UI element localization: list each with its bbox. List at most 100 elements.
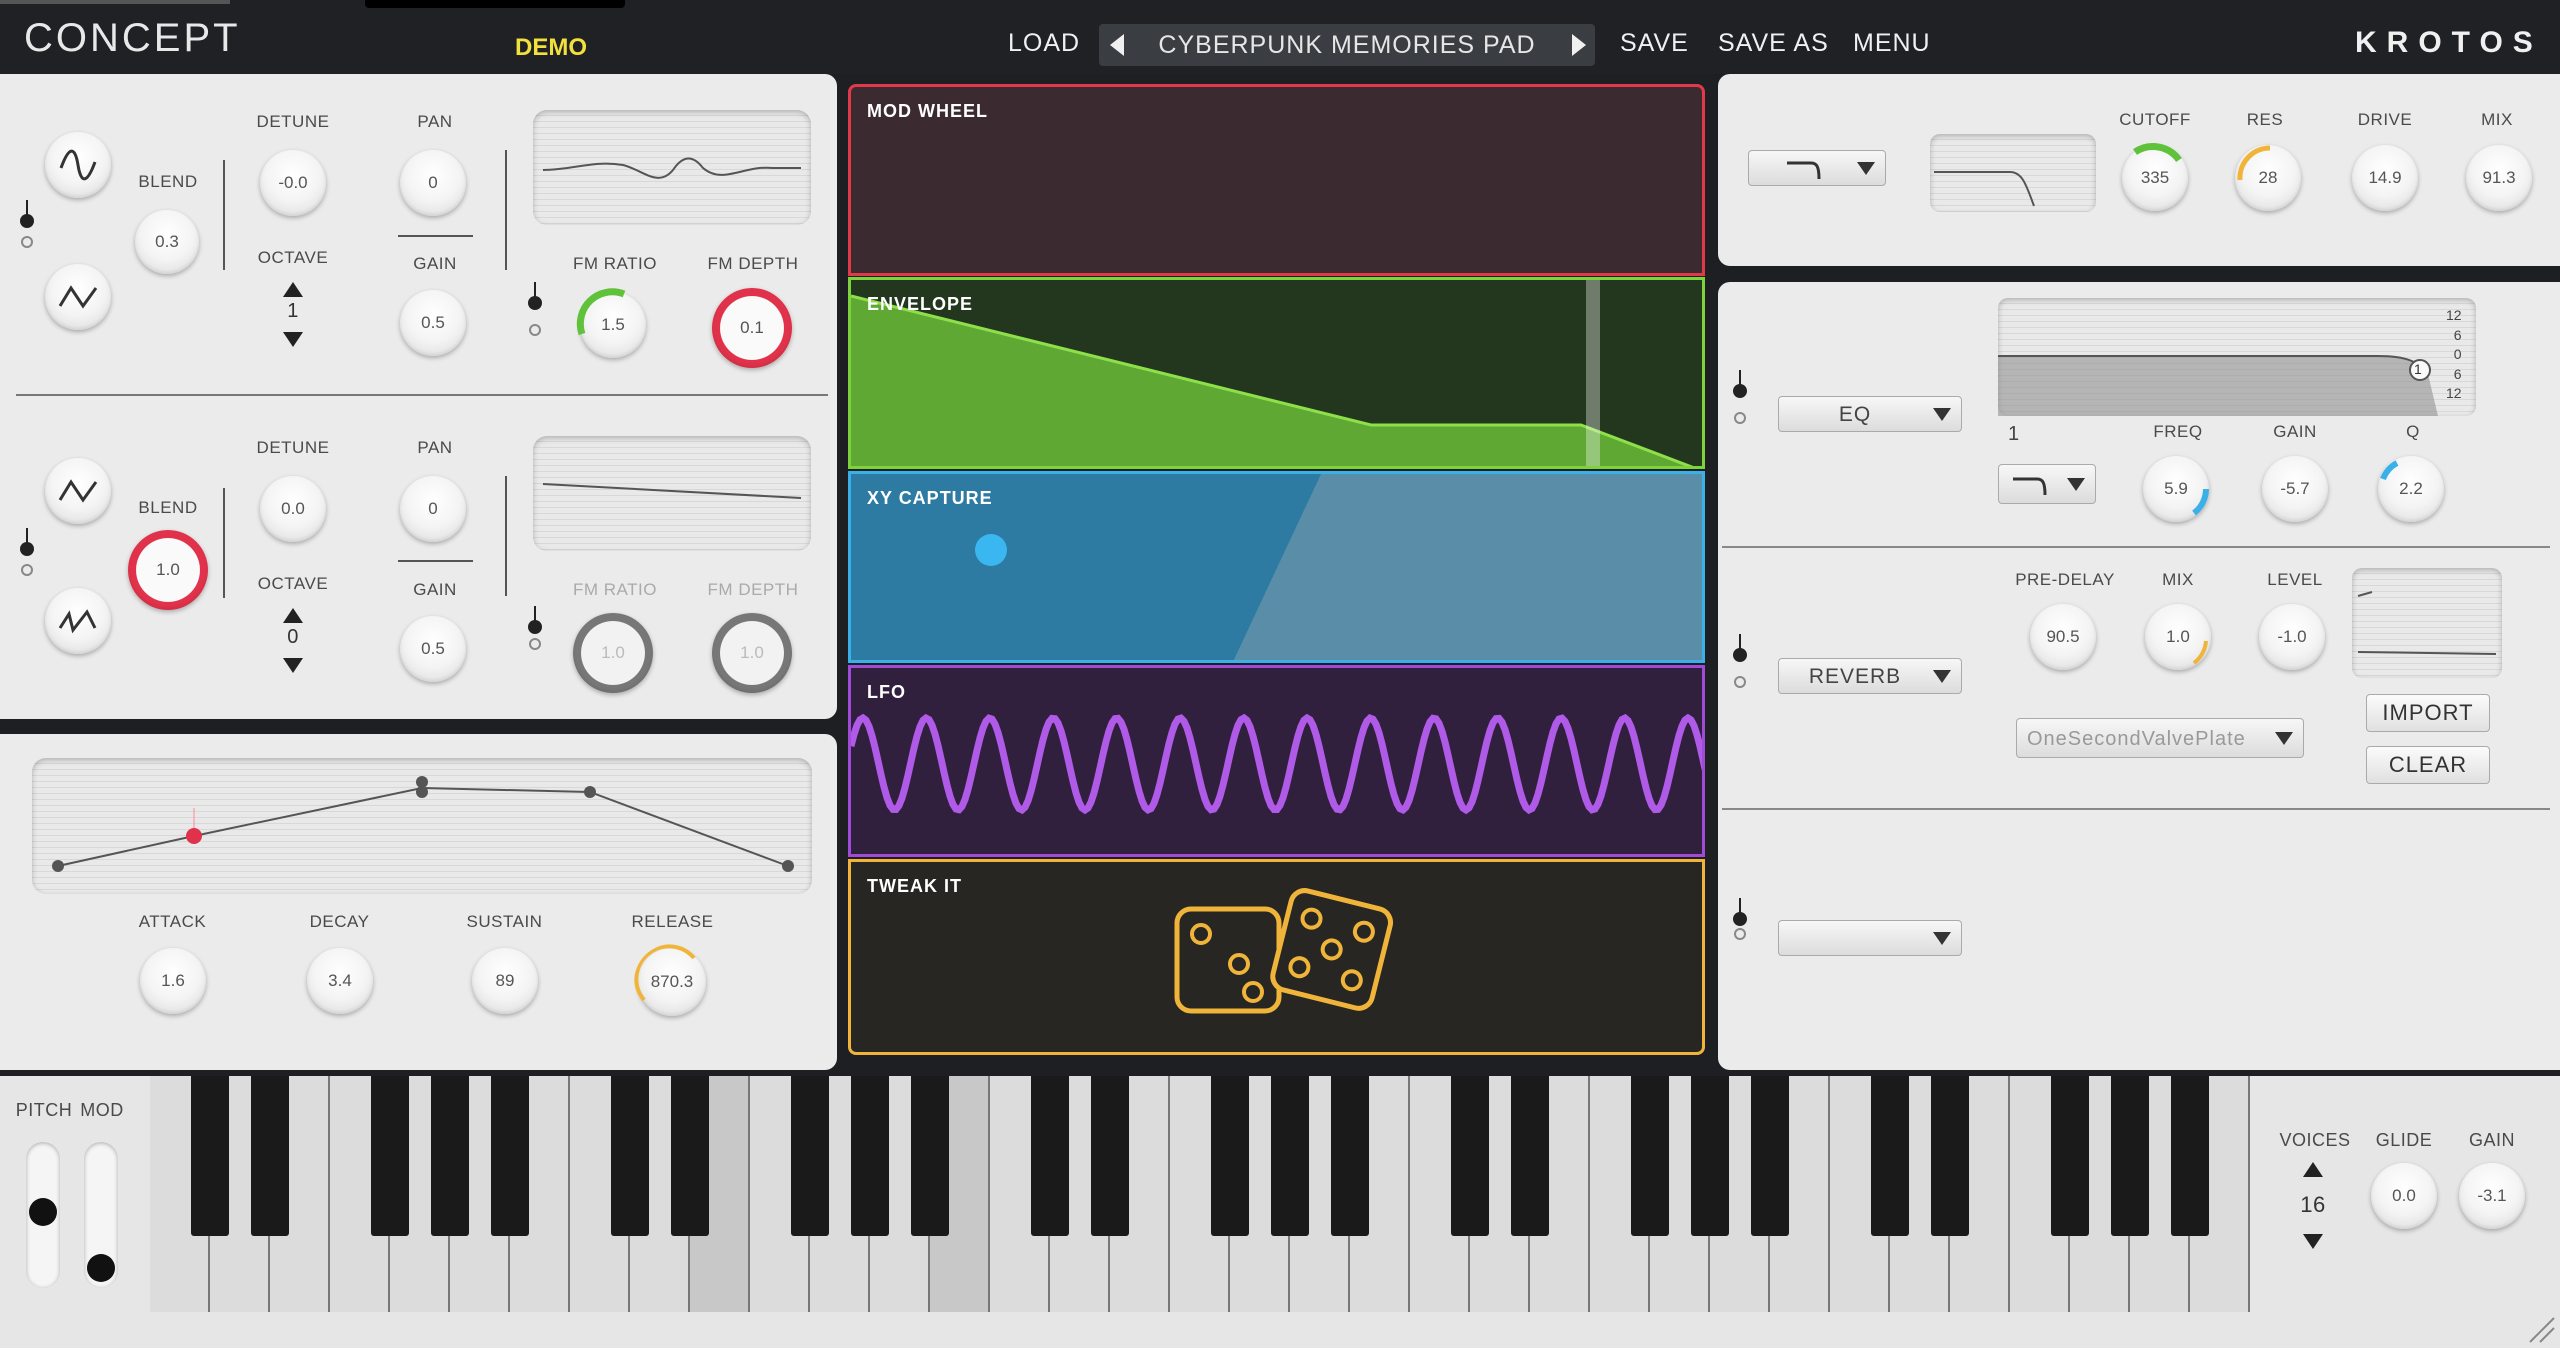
envelope-display[interactable] (32, 758, 812, 894)
black-key[interactable] (1510, 1076, 1550, 1236)
eq-type-dropdown[interactable]: EQ (1778, 396, 1962, 432)
black-key[interactable] (1270, 1076, 1310, 1236)
osc1-octave-down-icon[interactable] (283, 332, 303, 347)
black-key[interactable] (1330, 1076, 1370, 1236)
import-button[interactable]: IMPORT (2366, 694, 2490, 732)
osc1-fm-toggle[interactable] (528, 282, 542, 336)
xy-capture-slot[interactable]: XY CAPTURE (848, 471, 1705, 663)
osc2-octave-down-icon[interactable] (283, 658, 303, 673)
reverb-type-dropdown[interactable]: REVERB (1778, 658, 1962, 694)
black-key[interactable] (1450, 1076, 1490, 1236)
black-key[interactable] (2170, 1076, 2210, 1236)
mod-wheel[interactable] (84, 1142, 118, 1288)
xy-cursor-dot[interactable] (975, 534, 1007, 566)
black-key[interactable] (2050, 1076, 2090, 1236)
reverb-level-knob[interactable]: -1.0 (2259, 604, 2325, 670)
osc2-detune-knob[interactable]: 0.0 (260, 476, 326, 542)
master-gain-knob[interactable]: -3.1 (2459, 1163, 2525, 1229)
osc2-fm-depth-knob[interactable]: 1.0 (712, 613, 792, 693)
pre-delay-knob[interactable]: 90.5 (2030, 604, 2096, 670)
black-key[interactable] (1090, 1076, 1130, 1236)
osc2-octave-up-icon[interactable] (283, 608, 303, 623)
mod-wheel-thumb[interactable] (87, 1254, 115, 1282)
voices-down-icon[interactable] (2303, 1234, 2323, 1249)
pitch-wheel-thumb[interactable] (29, 1198, 57, 1226)
black-key[interactable] (1870, 1076, 1910, 1236)
black-key[interactable] (790, 1076, 830, 1236)
next-preset-icon[interactable] (1572, 34, 1586, 56)
black-key[interactable] (370, 1076, 410, 1236)
osc1-pan-knob[interactable]: 0 (400, 150, 466, 216)
load-button[interactable]: LOAD (1008, 29, 1080, 58)
black-key[interactable] (1750, 1076, 1790, 1236)
eq-gain-knob[interactable]: -5.7 (2262, 456, 2328, 522)
black-key[interactable] (2110, 1076, 2150, 1236)
black-key[interactable] (1930, 1076, 1970, 1236)
attack-knob[interactable]: 1.6 (140, 948, 206, 1014)
sustain-knob[interactable]: 89 (472, 948, 538, 1014)
release-knob[interactable]: 870.3 (634, 944, 706, 1016)
tweak-it-slot[interactable]: TWEAK IT (848, 859, 1705, 1055)
glide-knob[interactable]: 0.0 (2371, 1163, 2437, 1229)
prev-preset-icon[interactable] (1110, 34, 1124, 56)
black-key[interactable] (610, 1076, 650, 1236)
decay-knob[interactable]: 3.4 (307, 948, 373, 1014)
black-key[interactable] (250, 1076, 290, 1236)
save-as-button[interactable]: SAVE AS (1718, 29, 1829, 58)
black-key[interactable] (430, 1076, 470, 1236)
fx3-type-dropdown[interactable] (1778, 920, 1962, 956)
black-key[interactable] (1210, 1076, 1250, 1236)
osc2-fm-toggle[interactable] (528, 606, 542, 650)
osc2-fm-ratio-knob[interactable]: 1.0 (573, 613, 653, 693)
lfo-slot[interactable]: LFO (848, 665, 1705, 857)
mix-knob[interactable]: 91.3 (2466, 145, 2532, 211)
osc2-wave-a-button[interactable] (45, 458, 111, 524)
osc1-fm-ratio-knob[interactable]: 1.5 (576, 288, 646, 358)
impulse-dropdown[interactable]: OneSecondValvePlate (2016, 718, 2304, 758)
eq-band-type-dropdown[interactable] (1998, 464, 2096, 504)
osc2-gain-knob[interactable]: 0.5 (400, 616, 466, 682)
osc1-wave-a-button[interactable] (45, 132, 111, 198)
pitch-wheel[interactable] (26, 1142, 60, 1288)
black-key[interactable] (1630, 1076, 1670, 1236)
osc1-toggle[interactable] (20, 200, 34, 248)
envelope-mod-slot[interactable]: ENVELOPE (848, 277, 1705, 469)
drive-knob[interactable]: 14.9 (2352, 145, 2418, 211)
osc1-wave-b-button[interactable] (45, 264, 111, 330)
osc1-fm-depth-knob[interactable]: 0.1 (712, 288, 792, 368)
black-key[interactable] (490, 1076, 530, 1236)
resize-grip-icon[interactable] (2526, 1314, 2556, 1344)
black-key[interactable] (190, 1076, 230, 1236)
black-key[interactable] (1030, 1076, 1070, 1236)
eq-freq-knob[interactable]: 5.9 (2143, 456, 2209, 522)
osc2-toggle[interactable] (20, 528, 34, 576)
osc1-gain-knob[interactable]: 0.5 (400, 290, 466, 356)
eq-toggle[interactable] (1733, 370, 1747, 424)
piano-keyboard[interactable] (150, 1076, 2250, 1312)
black-key[interactable] (910, 1076, 950, 1236)
black-key[interactable] (670, 1076, 710, 1236)
mod-wheel-slot[interactable]: MOD WHEEL (848, 84, 1705, 276)
black-key[interactable] (850, 1076, 890, 1236)
black-key[interactable] (1690, 1076, 1730, 1236)
menu-button[interactable]: MENU (1853, 29, 1931, 58)
eq-q-knob[interactable]: 2.2 (2378, 456, 2444, 522)
voices-up-icon[interactable] (2303, 1162, 2323, 1177)
res-knob[interactable]: 28 (2235, 145, 2301, 211)
cutoff-knob[interactable]: 335 (2122, 143, 2188, 211)
osc1-octave-up-icon[interactable] (283, 282, 303, 297)
filter-type-dropdown[interactable] (1748, 150, 1886, 186)
osc2-blend-knob[interactable]: 1.0 (128, 530, 208, 610)
preset-selector[interactable]: CYBERPUNK MEMORIES PAD (1099, 24, 1595, 66)
osc2-wave-b-button[interactable] (45, 588, 111, 654)
osc1-detune-knob[interactable]: -0.0 (260, 150, 326, 216)
clear-button[interactable]: CLEAR (2366, 746, 2490, 784)
reverb-mix-knob[interactable]: 1.0 (2145, 604, 2211, 670)
osc2-pan-knob[interactable]: 0 (400, 476, 466, 542)
reverb-toggle[interactable] (1733, 634, 1747, 688)
dice-icon[interactable] (1169, 884, 1399, 1019)
fx3-toggle[interactable] (1733, 898, 1747, 940)
save-button[interactable]: SAVE (1620, 29, 1689, 58)
eq-graph[interactable]: 1 12 6 0 6 12 (1998, 298, 2476, 416)
osc1-blend-knob[interactable]: 0.3 (135, 210, 199, 274)
